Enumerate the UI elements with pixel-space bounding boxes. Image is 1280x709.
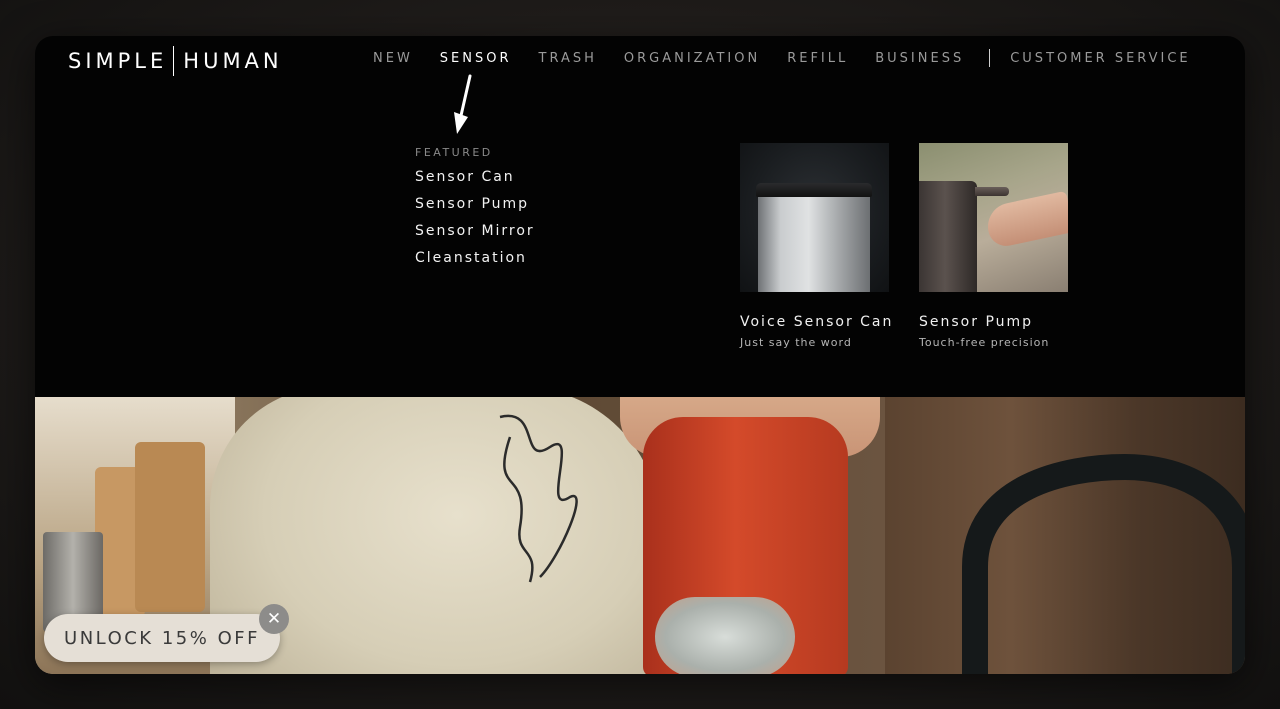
sensor-pump-image[interactable] <box>919 143 1068 292</box>
nav-item-trash[interactable]: TRASH <box>539 51 597 66</box>
nav-item-new[interactable]: NEW <box>373 51 413 66</box>
trash-can-body <box>758 185 870 292</box>
featured-heading: FEATURED <box>415 146 493 159</box>
card-title[interactable]: Sensor Pump <box>919 314 1069 330</box>
featured-menu: FEATURED Sensor Can Sensor Pump Sensor M… <box>415 146 535 278</box>
product-card-sensor-pump[interactable]: Sensor Pump Touch-free precision <box>919 143 1069 349</box>
nav-divider <box>989 49 991 67</box>
logo-text-simple: SIMPLE <box>68 49 168 73</box>
nav-item-organization[interactable]: ORGANIZATION <box>624 51 760 66</box>
logo-divider <box>173 46 175 76</box>
promo-label: UNLOCK 15% OFF <box>64 627 260 649</box>
shirt-print-shape <box>499 414 578 583</box>
close-icon[interactable]: ✕ <box>259 604 289 634</box>
annotation-arrow-icon <box>454 74 472 134</box>
voice-sensor-can-image[interactable] <box>740 143 889 292</box>
nav-item-business[interactable]: BUSINESS <box>875 51 964 66</box>
unlock-discount-button[interactable]: UNLOCK 15% OFF <box>44 614 280 662</box>
faucet-shape <box>962 453 1245 674</box>
main-nav: NEW SENSOR TRASH ORGANIZATION REFILL BUS… <box>373 49 1218 67</box>
product-card-voice-sensor-can[interactable]: Voice Sensor Can Just say the word <box>740 143 891 349</box>
brand-logo[interactable]: SIMPLE HUMAN <box>68 46 283 76</box>
soap-pump-nozzle <box>975 187 1009 196</box>
menu-link-sensor-mirror[interactable]: Sensor Mirror <box>415 224 535 251</box>
soap-pump-body <box>919 181 977 292</box>
menu-link-cleanstation[interactable]: Cleanstation <box>415 251 535 278</box>
menu-link-sensor-can[interactable]: Sensor Can <box>415 170 535 197</box>
trash-can-lid <box>756 183 872 197</box>
card-subtitle: Touch-free precision <box>919 336 1050 349</box>
card-title[interactable]: Voice Sensor Can <box>740 314 891 330</box>
logo-text-human: HUMAN <box>183 49 283 73</box>
browser-frame: SIMPLE HUMAN NEW SENSOR TRASH ORGANIZATI… <box>35 36 1245 674</box>
card-subtitle: Just say the word <box>740 336 852 349</box>
hero-cutting-board <box>135 442 205 612</box>
hand-shape <box>983 190 1068 250</box>
nav-item-refill[interactable]: REFILL <box>787 51 848 66</box>
nav-item-customer-service[interactable]: CUSTOMER SERVICE <box>1010 51 1190 66</box>
menu-link-sensor-pump[interactable]: Sensor Pump <box>415 197 535 224</box>
nav-item-sensor[interactable]: SENSOR <box>440 51 512 66</box>
hero-hands-glass <box>655 597 795 674</box>
